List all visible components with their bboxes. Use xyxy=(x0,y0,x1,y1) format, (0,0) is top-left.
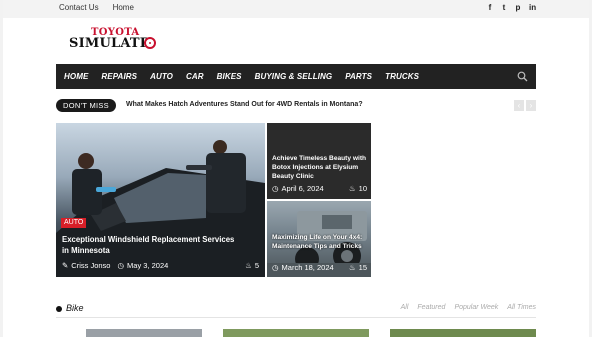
nav-item-parts[interactable]: PARTS xyxy=(345,72,372,81)
article-title[interactable]: Exceptional Windshield Replacement Servi… xyxy=(62,234,242,256)
section-title: Bike xyxy=(66,303,84,313)
views-count: ♨ 10 xyxy=(348,184,367,193)
steering-wheel-icon xyxy=(144,37,156,49)
article-meta: ◷ April 6, 2024 xyxy=(272,184,324,193)
flame-icon: ♨ xyxy=(245,261,252,270)
nav-item-home[interactable]: HOME xyxy=(64,72,88,81)
linkedin-icon[interactable]: in xyxy=(529,3,536,12)
article-meta: ◷ March 18, 2024 xyxy=(272,263,334,272)
category-badge[interactable]: AUTO xyxy=(61,218,87,228)
contact-us-link[interactable]: Contact Us xyxy=(59,3,99,12)
filter-all-times[interactable]: All Times xyxy=(507,304,536,311)
section-filters: All Featured Popular Week All Times xyxy=(401,304,536,311)
top-links: Contact Us Home xyxy=(59,3,134,12)
section-bullet-icon xyxy=(56,306,62,312)
author-name[interactable]: Criss Jonso xyxy=(71,261,110,270)
nav-item-car[interactable]: CAR xyxy=(186,72,204,81)
home-link[interactable]: Home xyxy=(113,3,134,12)
main-nav: HOME REPAIRS AUTO CAR BIKES BUYING & SEL… xyxy=(56,64,536,89)
edit-icon: ✎ xyxy=(62,261,69,270)
featured-side-card-2[interactable]: Maximizing Life on Your 4x4: Maintenance… xyxy=(267,201,371,277)
ticker-prev-button[interactable]: ‹ xyxy=(514,100,524,111)
filter-popular-week[interactable]: Popular Week xyxy=(454,304,498,311)
bike-thumbnail-2[interactable] xyxy=(223,329,369,337)
article-date: May 3, 2024 xyxy=(127,261,169,270)
pinterest-icon[interactable]: p xyxy=(515,3,521,12)
page: Contact Us Home f t p in TOYOTA SIMULATR… xyxy=(3,0,589,337)
ticker-headline[interactable]: What Makes Hatch Adventures Stand Out fo… xyxy=(126,101,363,108)
article-date: March 18, 2024 xyxy=(281,263,334,272)
twitter-icon[interactable]: t xyxy=(501,3,507,12)
clock-icon: ◷ xyxy=(272,184,279,193)
social-links: f t p in xyxy=(487,3,536,12)
bike-section-header: Bike All Featured Popular Week All Times xyxy=(56,303,536,319)
facebook-icon[interactable]: f xyxy=(487,3,493,12)
filter-all[interactable]: All xyxy=(401,304,409,311)
nav-item-repairs[interactable]: REPAIRS xyxy=(101,72,137,81)
site-logo[interactable]: TOYOTA SIMULATR xyxy=(69,27,169,53)
article-title[interactable]: Maximizing Life on Your 4x4: Maintenance… xyxy=(272,233,367,251)
bike-thumbnail-3[interactable] xyxy=(390,329,536,337)
section-divider xyxy=(56,317,536,318)
nav-item-bikes[interactable]: BIKES xyxy=(217,72,242,81)
ticker-next-button[interactable]: › xyxy=(526,100,536,111)
flame-icon: ♨ xyxy=(348,263,356,272)
views-count: ♨ 5 xyxy=(245,261,259,270)
nav-item-auto[interactable]: AUTO xyxy=(150,72,173,81)
article-meta: ✎ Criss Jonso ◷ May 3, 2024 xyxy=(62,261,168,270)
nav-item-buying-selling[interactable]: BUYING & SELLING xyxy=(255,72,333,81)
article-title[interactable]: Achieve Timeless Beauty with Botox Injec… xyxy=(272,154,367,181)
search-icon[interactable] xyxy=(517,71,528,82)
flame-icon: ♨ xyxy=(348,184,356,193)
bike-thumbnail-1[interactable] xyxy=(86,329,202,337)
article-date: April 6, 2024 xyxy=(281,184,324,193)
clock-icon: ◷ xyxy=(272,263,279,272)
news-ticker: DON'T MISS What Makes Hatch Adventures S… xyxy=(56,99,536,113)
clock-icon: ◷ xyxy=(117,261,125,270)
views-count: ♨ 15 xyxy=(348,263,367,272)
top-bar: Contact Us Home f t p in xyxy=(3,0,589,18)
featured-side-card-1[interactable]: Achieve Timeless Beauty with Botox Injec… xyxy=(267,123,371,199)
dont-miss-badge: DON'T MISS xyxy=(56,99,116,112)
filter-featured[interactable]: Featured xyxy=(417,304,445,311)
featured-main-card[interactable]: AUTO Exceptional Windshield Replacement … xyxy=(56,123,265,277)
nav-item-trucks[interactable]: TRUCKS xyxy=(385,72,419,81)
